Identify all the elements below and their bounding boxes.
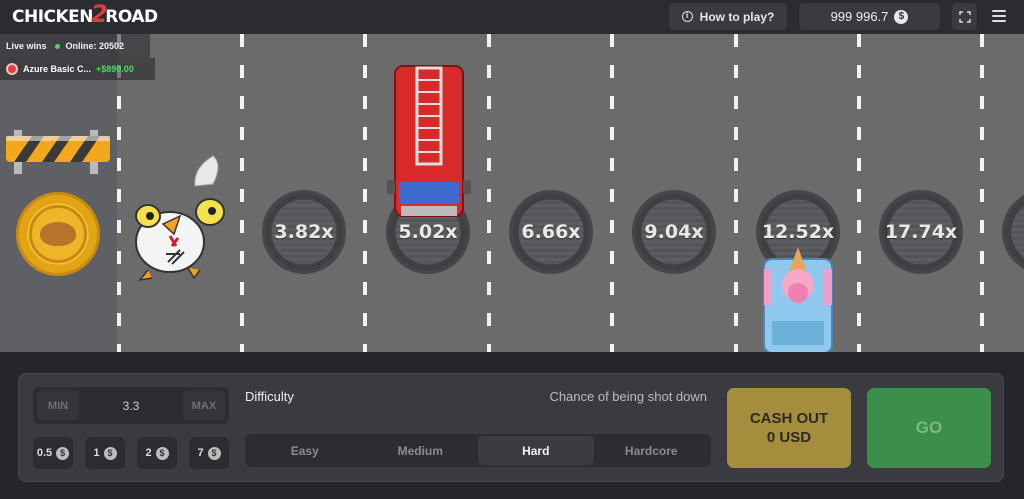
lane-divider [610, 34, 614, 352]
cash-out-label: CASH OUT [749, 410, 829, 427]
difficulty-medium-tab[interactable]: Medium [363, 436, 479, 465]
dollar-coin-icon: $ [894, 9, 909, 24]
live-wins-title: Live wins [6, 41, 47, 51]
quick-bet-chip[interactable]: 1 $ [85, 437, 125, 469]
difficulty-hard-tab[interactable]: Hard [478, 436, 594, 465]
dollar-coin-icon: $ [56, 446, 70, 460]
chip-value: 1 [93, 447, 100, 459]
cash-out-button[interactable]: CASH OUT 0 USD [727, 388, 851, 468]
max-bet-button[interactable]: MAX [183, 391, 225, 420]
difficulty-easy-tab[interactable]: Easy [247, 436, 363, 465]
lane-multiplier[interactable]: 2 [1002, 190, 1024, 274]
hamburger-line [992, 20, 1006, 22]
go-button[interactable]: GO [867, 388, 991, 468]
difficulty-label: Difficulty [245, 389, 294, 404]
lane-divider [363, 34, 367, 352]
chance-label: Chance of being shot down [549, 389, 707, 404]
control-panel: MIN 3.3 MAX 0.5 $ 1 $ 2 $ 7 $ Difficulty Cha… [18, 373, 1004, 482]
multiplier-value: 17.74x [884, 221, 958, 243]
bet-amount-input[interactable]: MIN 3.3 MAX [33, 387, 229, 424]
win-player-name: Azure Basic C... [23, 64, 92, 74]
hamburger-line [992, 15, 1006, 17]
top-bar: CHICKEN 2 ROAD i How to play? 999 996.7 … [0, 0, 1024, 34]
how-to-play-button[interactable]: i How to play? [669, 3, 787, 30]
chicken-character-icon [135, 155, 225, 282]
bet-value[interactable]: 3.3 [123, 399, 140, 413]
lane-divider [487, 34, 491, 352]
multiplier-value: 5.02x [398, 221, 458, 243]
multiplier-value: 9.04x [644, 221, 704, 243]
quick-bet-chip[interactable]: 0.5 $ [33, 437, 73, 469]
difficulty-hardcore-tab[interactable]: Hardcore [594, 436, 710, 465]
player-avatar [6, 63, 18, 75]
manhole-grate [1012, 200, 1024, 264]
how-to-play-label: How to play? [699, 9, 775, 24]
logo-text-chicken: CHICKEN [12, 7, 94, 27]
difficulty-selector: Easy Medium Hard Hardcore [245, 434, 711, 467]
game-road: Live wins Online: 20502 Azure Basic C...… [0, 34, 1024, 352]
fullscreen-icon [958, 10, 971, 23]
start-coin-icon [16, 192, 100, 276]
multiplier-value: 3.82x [274, 221, 334, 243]
lane-divider [980, 34, 984, 352]
quick-bet-chip[interactable]: 7 $ [189, 437, 229, 469]
dollar-coin-icon: $ [155, 446, 169, 460]
multiplier-value: 12.52x [761, 221, 835, 243]
multiplier-value: 6.66x [521, 221, 581, 243]
live-wins-bar: Live wins Online: 20502 [0, 34, 150, 58]
quick-bet-chips: 0.5 $ 1 $ 2 $ 7 $ [33, 437, 229, 469]
lane-divider [734, 34, 738, 352]
lane-divider [240, 34, 244, 352]
hamburger-icon [992, 10, 1006, 12]
fullscreen-button[interactable] [952, 3, 977, 30]
chip-value: 0.5 [36, 447, 53, 459]
road-barrier-icon [6, 130, 110, 174]
logo-text-road: ROAD [105, 7, 158, 27]
dollar-coin-icon: $ [207, 446, 221, 460]
online-label: Online: 20502 [65, 41, 125, 51]
cash-out-amount: 0 USD [766, 429, 812, 446]
info-icon: i [681, 11, 693, 22]
chip-value: 7 [197, 447, 204, 459]
menu-button[interactable] [988, 5, 1010, 27]
quick-bet-chip[interactable]: 2 $ [137, 437, 177, 469]
dollar-coin-icon: $ [103, 446, 117, 460]
online-counter: Online: 20502 [54, 41, 125, 51]
online-dot-icon [54, 44, 60, 49]
balance-display: 999 996.7 $ [799, 3, 940, 30]
roast-chicken-icon [40, 222, 76, 246]
coin-inner [29, 205, 87, 263]
lane-multiplier[interactable]: 6.66x [509, 190, 593, 274]
balance-value: 999 996.7 [830, 9, 889, 24]
lane-multiplier[interactable]: 17.74x [879, 190, 963, 274]
lane-multiplier[interactable]: 9.04x [632, 190, 716, 274]
ice-cream-truck-icon [763, 247, 833, 352]
min-bet-button[interactable]: MIN [37, 391, 79, 420]
chip-value: 2 [145, 447, 152, 459]
lane-multiplier[interactable]: 3.82x [262, 190, 346, 274]
fire-truck-icon [387, 65, 471, 217]
live-win-entry: Azure Basic C... +$890.00 [0, 58, 155, 80]
game-logo: CHICKEN 2 ROAD [12, 0, 158, 28]
win-amount: +$890.00 [96, 64, 134, 74]
lane-divider [857, 34, 861, 352]
